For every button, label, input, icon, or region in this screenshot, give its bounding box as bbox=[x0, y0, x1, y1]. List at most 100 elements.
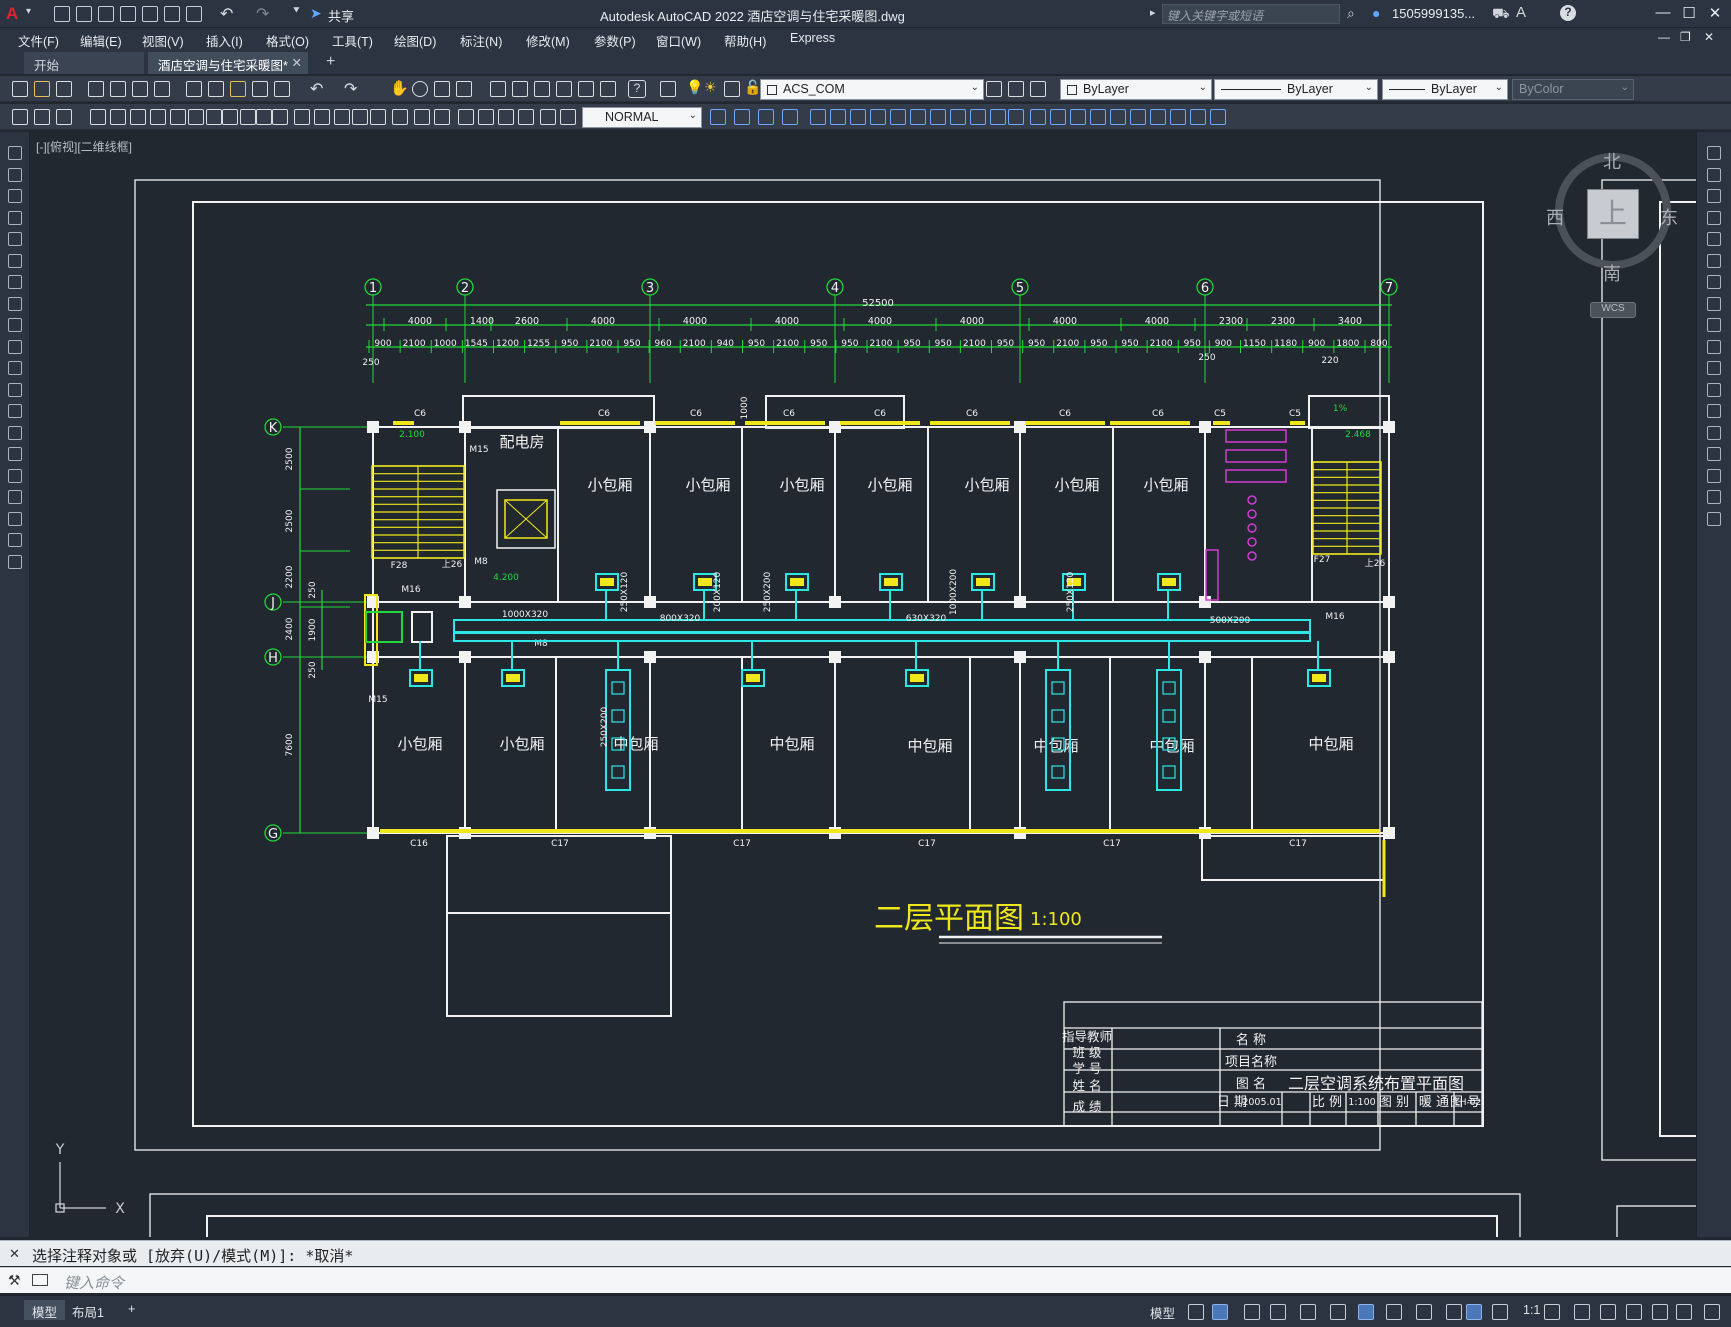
draw-tool-19-icon[interactable] bbox=[8, 533, 22, 547]
layer-previous-icon[interactable] bbox=[1008, 81, 1024, 97]
draw-tool-1-icon[interactable] bbox=[8, 146, 22, 160]
new-file-icon[interactable] bbox=[54, 6, 70, 22]
linetype-dropdown[interactable]: ByLayer ⌄ bbox=[1214, 79, 1378, 100]
view-tool-9-icon[interactable] bbox=[890, 109, 906, 125]
view-tool-15-icon[interactable] bbox=[1008, 109, 1024, 125]
sheet-set-icon[interactable] bbox=[556, 81, 572, 97]
dim-tool-7-icon[interactable] bbox=[150, 109, 166, 125]
zoom-realtime-icon[interactable] bbox=[412, 81, 428, 97]
lineweight-dropdown[interactable]: ByLayer ⌄ bbox=[1382, 79, 1508, 100]
dim-tool-6-icon[interactable] bbox=[130, 109, 146, 125]
menu-insert[interactable]: 插入(I) bbox=[206, 31, 243, 50]
menu-window[interactable]: 窗口(W) bbox=[656, 31, 701, 50]
status-toggle-8-icon[interactable] bbox=[1386, 1304, 1402, 1320]
view-tool-5-icon[interactable] bbox=[810, 109, 826, 125]
chevron-right-icon[interactable]: ▸ bbox=[1150, 6, 1156, 19]
help-toolbar-icon[interactable]: ? bbox=[628, 80, 646, 98]
zoom-previous-icon[interactable] bbox=[456, 81, 472, 97]
app-menu-chevron-icon[interactable]: ▾ bbox=[26, 6, 31, 17]
share-button[interactable]: 共享 bbox=[328, 6, 354, 25]
command-line[interactable]: ⚒ 键入命令 bbox=[0, 1267, 1731, 1293]
draw-tool-3-icon[interactable] bbox=[8, 189, 22, 203]
doc-restore-button[interactable]: ❐ bbox=[1680, 30, 1691, 44]
save-as-icon[interactable] bbox=[120, 6, 136, 22]
layer-states-icon[interactable] bbox=[1030, 81, 1046, 97]
modify-tool-11-icon[interactable] bbox=[1707, 361, 1721, 375]
modify-tool-13-icon[interactable] bbox=[1707, 404, 1721, 418]
status-toggle-15-icon[interactable] bbox=[1600, 1304, 1616, 1320]
menu-edit[interactable]: 编辑(E) bbox=[80, 31, 122, 50]
print-preview-icon[interactable] bbox=[110, 81, 126, 97]
modify-tool-4-icon[interactable] bbox=[1707, 210, 1721, 225]
layer-viewport-icon[interactable] bbox=[724, 81, 740, 97]
compass-south[interactable]: 南 bbox=[1603, 260, 1621, 286]
publish-toolbar-icon[interactable] bbox=[132, 81, 148, 97]
modify-tool-9-icon[interactable] bbox=[1707, 318, 1721, 332]
draw-tool-6-icon[interactable] bbox=[8, 253, 22, 268]
status-toggle-6-icon[interactable] bbox=[1330, 1304, 1346, 1320]
modify-tool-16-icon[interactable] bbox=[1707, 468, 1721, 483]
dimstyle-dropdown[interactable]: NORMAL ⌄ bbox=[582, 107, 702, 128]
design-center-icon[interactable] bbox=[512, 81, 528, 97]
view-tool-3-icon[interactable] bbox=[758, 109, 774, 125]
markup-icon[interactable] bbox=[578, 81, 594, 97]
layer-lock-icon[interactable]: 🔓 bbox=[744, 79, 761, 96]
plotstyle-dropdown[interactable]: ByColor ⌄ bbox=[1512, 79, 1634, 100]
menu-view[interactable]: 视图(V) bbox=[142, 31, 184, 50]
menu-draw[interactable]: 绘图(D) bbox=[394, 31, 436, 50]
view-tool-21-icon[interactable] bbox=[1130, 109, 1146, 125]
status-toggle-3-icon[interactable] bbox=[1244, 1304, 1260, 1320]
minimize-button[interactable]: — bbox=[1652, 4, 1674, 24]
menu-modify[interactable]: 修改(M) bbox=[526, 31, 570, 50]
autodesk-app-icon[interactable]: A bbox=[1516, 4, 1526, 21]
help-icon[interactable]: ? bbox=[1560, 5, 1576, 21]
color-dropdown[interactable]: ByLayer ⌄ bbox=[1060, 79, 1212, 100]
open-file-icon[interactable] bbox=[76, 6, 92, 22]
close-button[interactable]: ✕ bbox=[1704, 4, 1726, 24]
dim-tool-23-icon[interactable] bbox=[458, 109, 474, 125]
open-icon[interactable] bbox=[34, 81, 50, 97]
dim-tool-20-icon[interactable] bbox=[392, 109, 408, 125]
paste-icon[interactable] bbox=[230, 81, 246, 97]
save-icon[interactable] bbox=[98, 6, 114, 22]
draw-tool-20-icon[interactable] bbox=[8, 554, 22, 569]
user-icon[interactable]: ● bbox=[1372, 5, 1380, 21]
plot-icon[interactable] bbox=[186, 6, 202, 22]
modify-tool-14-icon[interactable] bbox=[1707, 425, 1721, 440]
dim-tool-1-icon[interactable] bbox=[12, 109, 28, 125]
add-layout-button[interactable]: + bbox=[120, 1300, 143, 1320]
view-tool-25-icon[interactable] bbox=[1210, 109, 1226, 125]
tab-start[interactable]: 开始 bbox=[24, 52, 144, 74]
draw-tool-4-icon[interactable] bbox=[8, 210, 22, 225]
status-toggle-1-icon[interactable] bbox=[1188, 1304, 1204, 1320]
view-tool-12-icon[interactable] bbox=[950, 109, 966, 125]
search-input[interactable]: 键入关键字或短语 bbox=[1162, 4, 1340, 24]
menu-dimension[interactable]: 标注(N) bbox=[460, 31, 502, 50]
view-tool-6-icon[interactable] bbox=[830, 109, 846, 125]
qnew-icon[interactable] bbox=[12, 81, 28, 97]
cart-icon[interactable]: ⛟ bbox=[1492, 5, 1510, 24]
modify-tool-17-icon[interactable] bbox=[1707, 490, 1721, 504]
modify-tool-6-icon[interactable] bbox=[1707, 253, 1721, 268]
command-input[interactable]: 键入命令 bbox=[64, 1272, 124, 1293]
view-tool-18-icon[interactable] bbox=[1070, 109, 1086, 125]
redo-icon[interactable]: ↷ bbox=[256, 4, 269, 24]
menu-tools[interactable]: 工具(T) bbox=[332, 31, 373, 50]
share-icon[interactable]: ➤ bbox=[310, 5, 322, 22]
dim-tool-21-icon[interactable] bbox=[414, 109, 430, 125]
search-icon[interactable]: ⌕ bbox=[1347, 5, 1355, 22]
menu-format[interactable]: 格式(O) bbox=[266, 31, 309, 50]
draw-tool-12-icon[interactable] bbox=[8, 382, 22, 397]
tab-close-icon[interactable]: ✕ bbox=[292, 55, 302, 70]
status-toggle-18-icon[interactable] bbox=[1676, 1304, 1692, 1320]
menu-help[interactable]: 帮助(H) bbox=[724, 31, 766, 50]
undo-toolbar-icon[interactable]: ↶ bbox=[310, 79, 323, 99]
modify-tool-15-icon[interactable] bbox=[1707, 447, 1721, 461]
modify-tool-18-icon[interactable] bbox=[1707, 511, 1721, 526]
dim-tool-16-icon[interactable] bbox=[314, 109, 330, 125]
view-tool-24-icon[interactable] bbox=[1190, 109, 1206, 125]
pan-icon[interactable]: ✋ bbox=[390, 79, 409, 97]
status-toggle-4-icon[interactable] bbox=[1270, 1304, 1286, 1320]
modify-tool-1-icon[interactable] bbox=[1707, 146, 1721, 160]
view-tool-11-icon[interactable] bbox=[930, 109, 946, 125]
